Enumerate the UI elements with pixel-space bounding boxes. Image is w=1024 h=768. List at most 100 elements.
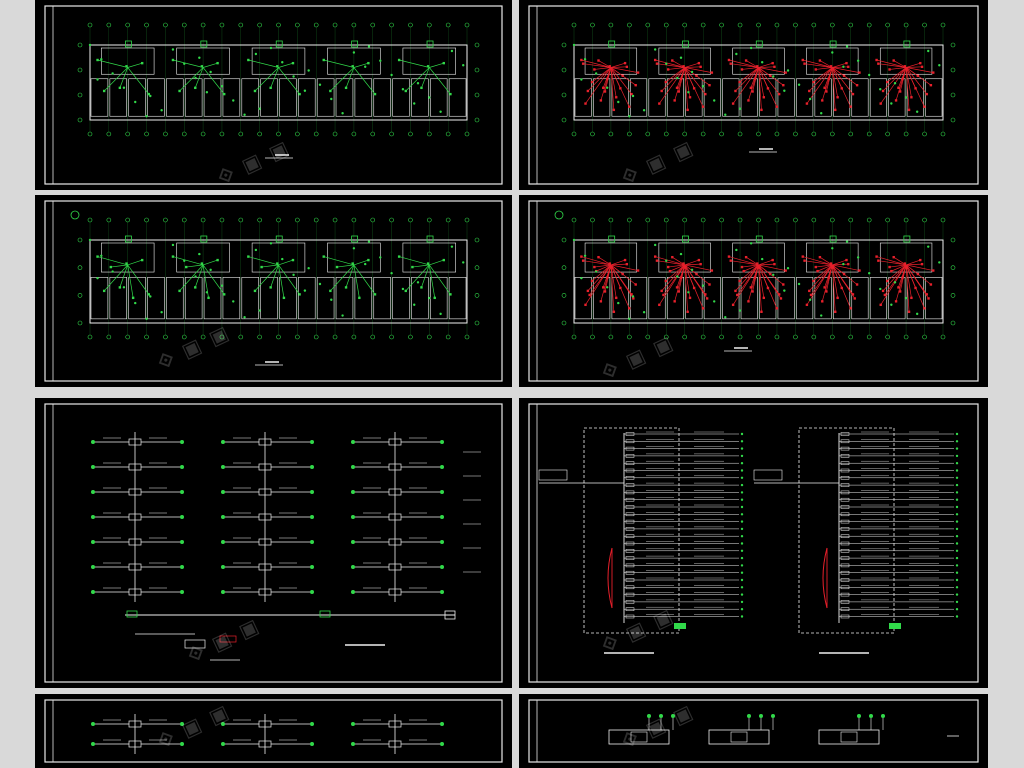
dimension-point: [254, 248, 258, 252]
dimension-point: [149, 94, 152, 98]
terminal-dot: [221, 540, 225, 544]
circuit-end-dot: [955, 564, 959, 567]
fixture-symbol: [653, 58, 657, 62]
fixture-symbol: [671, 59, 674, 62]
circuit-end-dot: [740, 513, 744, 516]
dimension-point: [760, 61, 764, 64]
sheet-system-2[interactable]: ⟐ ▣ ▣: [35, 694, 512, 768]
sheet-plan-2[interactable]: ⟐ ▣ ▣: [519, 0, 988, 190]
sheet-system-3[interactable]: ⟐ ▣ ▣: [519, 694, 988, 768]
terminal-dot: [747, 714, 751, 718]
dimension-point: [735, 248, 738, 252]
terminal-dot: [440, 722, 444, 726]
wiring-line: [412, 264, 430, 268]
wiring-line: [399, 256, 430, 266]
axis-bubble: [389, 22, 394, 28]
fixture-symbol: [919, 61, 922, 65]
sheet-system-1[interactable]: ⟐ ▣ ▣: [35, 398, 512, 688]
axis-bubble: [144, 334, 149, 340]
terminal-dot: [91, 590, 95, 594]
fixture-symbol: [920, 65, 924, 69]
fixture-symbol: [194, 86, 197, 90]
fixture-symbol: [590, 279, 594, 283]
axis-bubble: [774, 217, 780, 223]
dimension-point: [450, 245, 454, 248]
room: [574, 277, 592, 320]
axis-bubble: [737, 217, 743, 223]
axis-bubble: [144, 22, 149, 28]
wiring-line: [202, 259, 218, 266]
fixture-symbol: [892, 255, 895, 259]
terminal-dot: [91, 465, 95, 469]
axis-bubble: [719, 131, 724, 137]
fixture-symbol: [367, 61, 370, 65]
axis-bubble: [950, 67, 956, 73]
fixture-symbol: [223, 92, 226, 96]
circuit-end-dot: [740, 520, 744, 523]
dimension-point: [413, 303, 416, 306]
sheet-box-diagram[interactable]: ⟐ ▣ ▣: [519, 398, 988, 688]
entrance-box: [682, 235, 689, 243]
sheet-plan-4[interactable]: ⟐ ▣ ▣: [519, 195, 988, 387]
axis-bubble: [645, 22, 651, 28]
axis-bubble: [793, 22, 798, 28]
sheet-plan-3[interactable]: ⟐ ▣ ▣: [35, 195, 512, 387]
circuit-end-dot: [740, 615, 744, 618]
fixture-symbol: [812, 279, 815, 283]
wiring-line: [172, 256, 204, 266]
fixture-symbol: [677, 90, 680, 93]
circuit-end-dot: [740, 447, 744, 450]
circuit-end-dot: [740, 578, 744, 582]
axis-bubble: [238, 217, 244, 223]
dimension-point: [205, 91, 209, 94]
axis-bubble: [793, 217, 798, 223]
fixture-symbol: [744, 255, 748, 259]
axis-bubble: [200, 22, 206, 28]
room: [354, 78, 373, 117]
axis-bubble: [445, 334, 451, 340]
fixture-symbol: [118, 286, 122, 289]
fixture-symbol: [812, 80, 815, 84]
dimension-point: [631, 295, 635, 298]
circuit-end-dot: [740, 491, 744, 494]
fixture-symbol: [344, 86, 348, 90]
fixture-symbol: [749, 286, 753, 289]
dimension-point: [198, 252, 201, 256]
fixture-symbol: [697, 258, 701, 262]
fixture-symbol: [840, 87, 843, 90]
fixture-symbol: [619, 87, 622, 90]
legend-box: [184, 639, 206, 649]
bracket-red: [607, 547, 613, 609]
terminal-dot: [671, 714, 675, 718]
terminal-dot: [221, 590, 225, 594]
north-marker-icon: [554, 210, 564, 220]
terminal-dot: [310, 590, 314, 594]
dimension-point: [690, 70, 694, 74]
fixture-symbol: [910, 296, 913, 300]
terminal-dot: [310, 722, 314, 726]
circuit-end-dot: [955, 600, 959, 604]
axis-bubble: [106, 22, 112, 28]
green-tag: [674, 623, 686, 629]
terminal-dot: [180, 590, 184, 594]
label-box: [753, 469, 783, 481]
fixture-symbol: [615, 296, 618, 300]
fixture-symbol: [836, 296, 839, 300]
fixture-symbol: [660, 89, 663, 93]
axis-bubble: [590, 334, 595, 340]
circuit-end-dot: [955, 432, 959, 436]
axis-bubble: [885, 131, 890, 137]
fixture-symbol: [855, 283, 859, 286]
sheet-plan-1[interactable]: ⟐ ▣ ▣: [35, 0, 512, 190]
circuit-end-dot: [740, 564, 744, 567]
fixture-symbol: [673, 99, 676, 102]
fixture-symbol: [653, 255, 657, 258]
axis-bubble: [940, 22, 946, 28]
axis-bubble: [829, 22, 835, 28]
fixture-symbol: [666, 68, 670, 71]
dimension-point: [364, 65, 367, 68]
fixture-symbol: [701, 105, 705, 108]
breaker-symbol: [630, 731, 648, 743]
fixture-symbol: [898, 290, 902, 293]
terminal-dot: [180, 515, 184, 519]
